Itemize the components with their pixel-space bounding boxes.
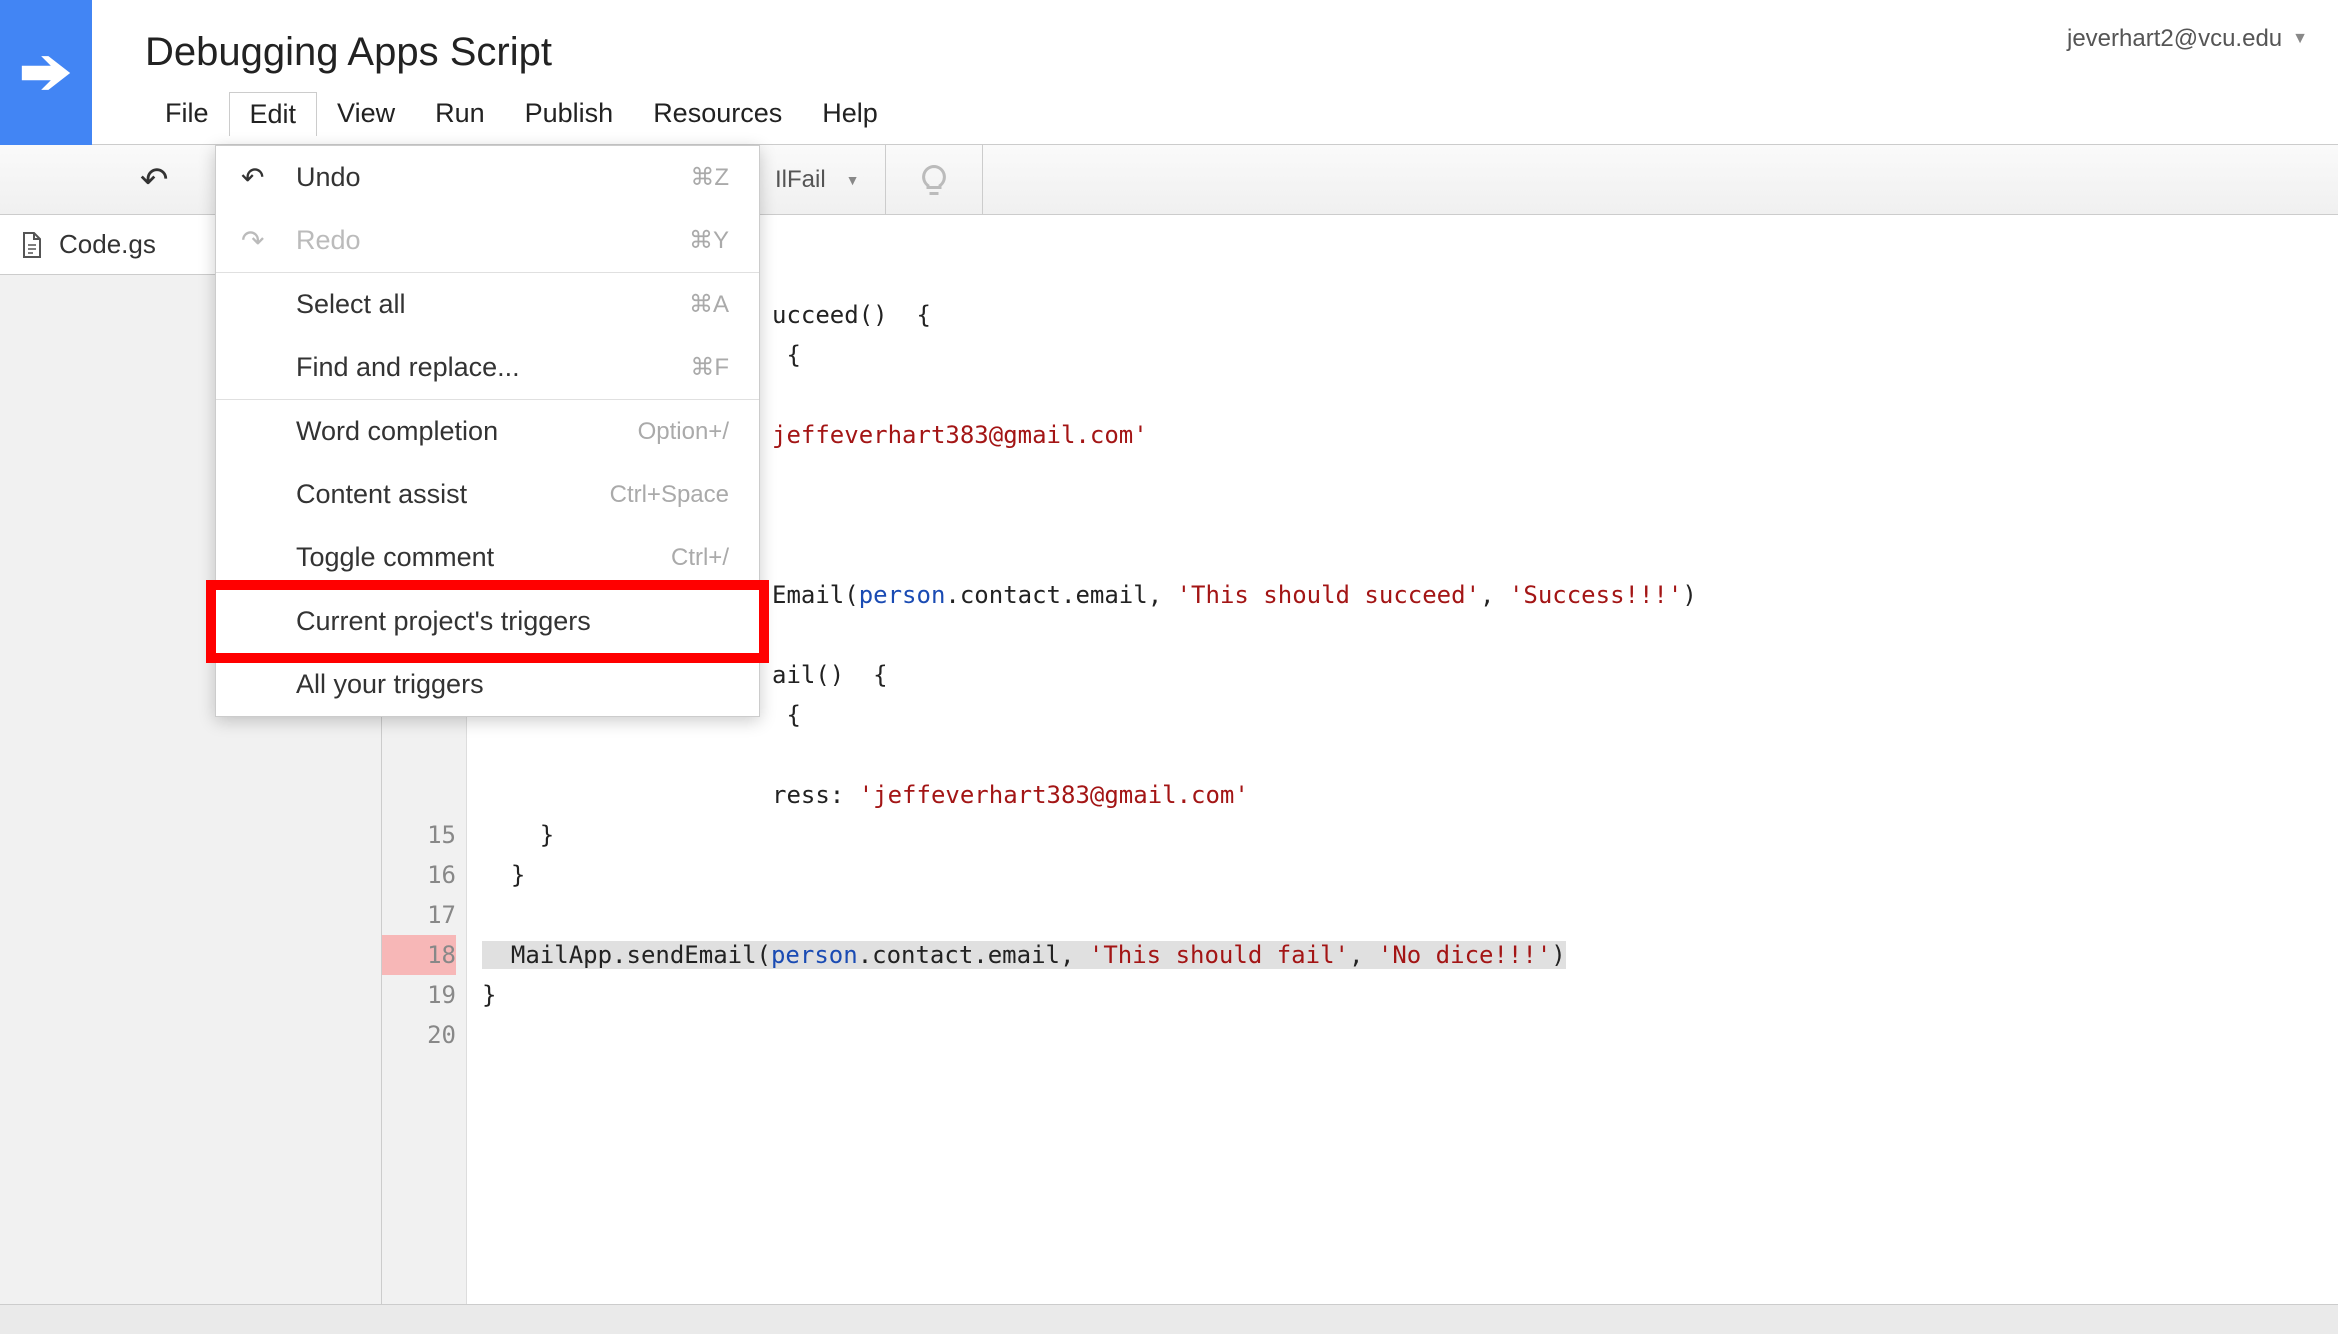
file-name: Code.gs: [59, 229, 156, 260]
undo-icon[interactable]: ↶: [140, 160, 169, 200]
project-title[interactable]: Debugging Apps Script: [145, 30, 552, 75]
function-selected-label: IlFail: [775, 166, 826, 194]
line-number: 20: [382, 1015, 456, 1055]
redo-icon: ↷: [241, 224, 264, 257]
apps-script-logo: [0, 0, 92, 145]
menu-redo[interactable]: ↷ Redo ⌘Y: [216, 209, 759, 272]
menu-help[interactable]: Help: [802, 92, 898, 136]
menu-find-replace[interactable]: Find and replace... ⌘F: [216, 336, 759, 399]
menu-word-completion[interactable]: Word completion Option+/: [216, 400, 759, 463]
line-number: 18: [382, 935, 456, 975]
edit-menu-dropdown: ↶ Undo ⌘Z ↷ Redo ⌘Y Select all ⌘A Find a…: [215, 145, 760, 717]
user-account[interactable]: jeverhart2@vcu.edu ▼: [2067, 25, 2308, 53]
menu-view[interactable]: View: [317, 92, 415, 136]
menu-file[interactable]: File: [145, 92, 229, 136]
menu-all-your-triggers[interactable]: All your triggers: [216, 653, 759, 716]
line-number: 16: [382, 855, 456, 895]
menu-undo[interactable]: ↶ Undo ⌘Z: [216, 146, 759, 209]
chevron-down-icon: ▼: [846, 172, 860, 188]
menu-toggle-comment[interactable]: Toggle comment Ctrl+/: [216, 526, 759, 589]
menu-run[interactable]: Run: [415, 92, 505, 136]
user-email: jeverhart2@vcu.edu: [2067, 25, 2282, 53]
line-number: 15: [382, 815, 456, 855]
menu-select-all[interactable]: Select all ⌘A: [216, 273, 759, 336]
undo-icon: ↶: [241, 161, 264, 194]
line-number: 17: [382, 895, 456, 935]
menu-publish[interactable]: Publish: [505, 92, 634, 136]
status-bar: [0, 1304, 2338, 1334]
app-header: Debugging Apps Script File Edit View Run…: [0, 0, 2338, 145]
menu-current-project-triggers[interactable]: Current project's triggers: [216, 590, 759, 653]
menubar: File Edit View Run Publish Resources Hel…: [145, 92, 898, 136]
menu-edit[interactable]: Edit: [229, 92, 318, 136]
menu-content-assist[interactable]: Content assist Ctrl+Space: [216, 463, 759, 526]
chevron-down-icon: ▼: [2292, 30, 2308, 48]
lightbulb-icon[interactable]: [886, 145, 983, 214]
line-number: 19: [382, 975, 456, 1015]
function-selector[interactable]: IlFail ▼: [750, 145, 886, 214]
menu-resources[interactable]: Resources: [633, 92, 802, 136]
